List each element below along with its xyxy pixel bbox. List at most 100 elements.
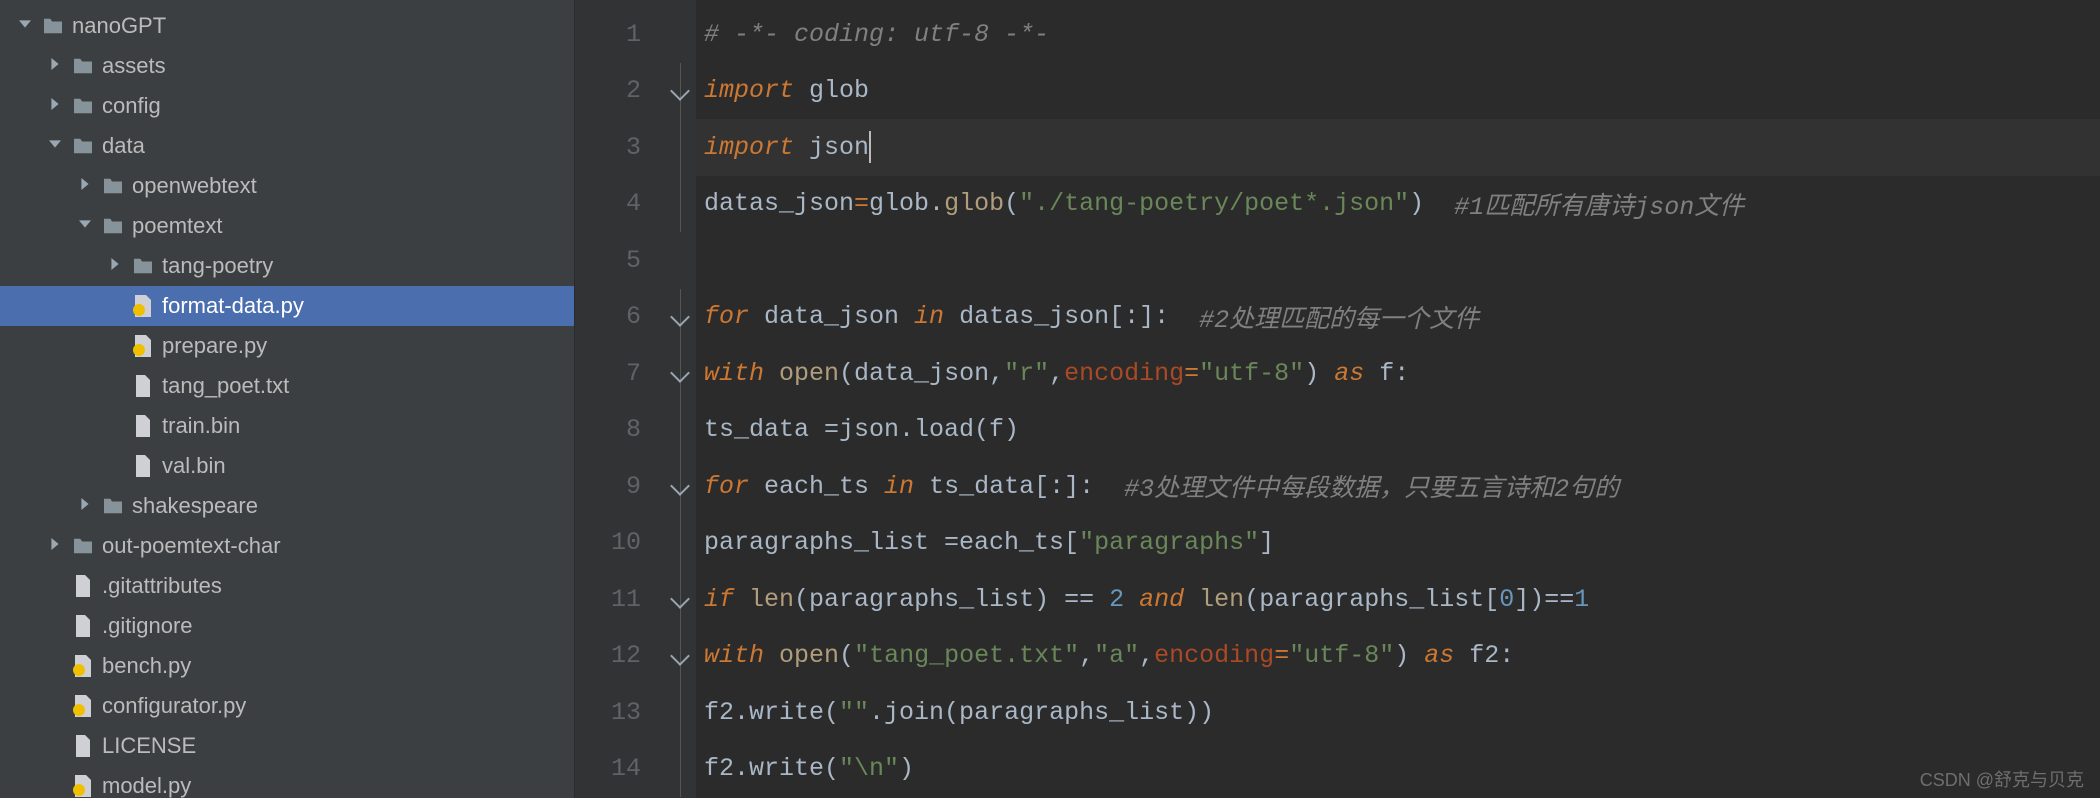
tree-val-bin[interactable]: val.bin	[0, 446, 574, 486]
tree-label: val.bin	[162, 453, 226, 479]
code-line-7[interactable]: with open(data_json,"r",encoding="utf-8"…	[696, 345, 2100, 402]
fold-toggle[interactable]	[663, 628, 696, 685]
folder-icon	[98, 175, 128, 197]
chevron-right-icon[interactable]	[42, 97, 68, 115]
file-icon	[68, 615, 98, 637]
fold-gutter	[663, 402, 696, 459]
tree-license[interactable]: LICENSE	[0, 726, 574, 766]
line-number[interactable]: 12	[575, 628, 663, 685]
tree-prepare[interactable]: prepare.py	[0, 326, 574, 366]
chevron-right-icon[interactable]	[72, 497, 98, 515]
tree-configurator[interactable]: configurator.py	[0, 686, 574, 726]
tree-train-bin[interactable]: train.bin	[0, 406, 574, 446]
code-line-9[interactable]: for each_ts in ts_data[:]: #3处理文件中每段数据，只…	[696, 458, 2100, 515]
fold-strip[interactable]	[663, 0, 696, 798]
chevron-right-icon[interactable]	[42, 57, 68, 75]
tree-model[interactable]: model.py	[0, 766, 574, 798]
tree-shakespeare[interactable]: shakespeare	[0, 486, 574, 526]
tree-label: nanoGPT	[72, 13, 166, 39]
folder-icon	[68, 95, 98, 117]
line-number[interactable]: 5	[575, 232, 663, 289]
tree-label: LICENSE	[102, 733, 196, 759]
tree-label: train.bin	[162, 413, 240, 439]
fold-gutter	[663, 684, 696, 741]
line-number[interactable]: 4	[575, 176, 663, 233]
line-number[interactable]: 9	[575, 458, 663, 515]
tree-label: shakespeare	[132, 493, 258, 519]
file-icon	[68, 575, 98, 597]
tree-out-poemtext-char[interactable]: out-poemtext-char	[0, 526, 574, 566]
line-number[interactable]: 7	[575, 345, 663, 402]
folder-icon	[38, 15, 68, 37]
fold-toggle[interactable]	[663, 345, 696, 402]
tree-poemtext[interactable]: poemtext	[0, 206, 574, 246]
tree-gitattributes[interactable]: .gitattributes	[0, 566, 574, 606]
code-line-3[interactable]: import json	[696, 119, 2100, 176]
line-number[interactable]: 3	[575, 119, 663, 176]
tree-label: assets	[102, 53, 166, 79]
tree-label: .gitattributes	[102, 573, 222, 599]
line-number[interactable]: 11	[575, 571, 663, 628]
chevron-down-icon[interactable]	[72, 217, 98, 235]
tree-label: bench.py	[102, 653, 191, 679]
python-file-icon	[68, 655, 98, 677]
code-area[interactable]: # -*- coding: utf-8 -*- import glob impo…	[696, 0, 2100, 798]
code-line-14[interactable]: f2.write("\n")	[696, 741, 2100, 798]
line-number[interactable]: 14	[575, 741, 663, 798]
chevron-down-icon[interactable]	[12, 17, 38, 35]
watermark: CSDN @舒克与贝克	[1920, 766, 2084, 792]
fold-toggle[interactable]	[663, 63, 696, 120]
tree-assets[interactable]: assets	[0, 46, 574, 86]
fold-toggle[interactable]	[663, 571, 696, 628]
fold-toggle[interactable]	[663, 458, 696, 515]
code-line-12[interactable]: with open("tang_poet.txt","a",encoding="…	[696, 628, 2100, 685]
tree-tang-poetry[interactable]: tang-poetry	[0, 246, 574, 286]
folder-icon	[68, 135, 98, 157]
tree-bench[interactable]: bench.py	[0, 646, 574, 686]
line-number-gutter[interactable]: 1234567891011121314	[575, 0, 663, 798]
code-line-4[interactable]: datas_json=glob.glob("./tang-poetry/poet…	[696, 176, 2100, 233]
python-file-icon	[68, 695, 98, 717]
tree-label: tang_poet.txt	[162, 373, 289, 399]
tree-config[interactable]: config	[0, 86, 574, 126]
tree-label: .gitignore	[102, 613, 193, 639]
tree-format-data[interactable]: format-data.py	[0, 286, 574, 326]
tree-label: config	[102, 93, 161, 119]
text-cursor	[869, 131, 871, 163]
line-number[interactable]: 10	[575, 515, 663, 572]
tree-gitignore[interactable]: .gitignore	[0, 606, 574, 646]
tree-nanogpt[interactable]: nanoGPT	[0, 6, 574, 46]
line-number[interactable]: 6	[575, 289, 663, 346]
fold-gutter	[663, 119, 696, 176]
text-file-icon	[128, 375, 158, 397]
chevron-right-icon[interactable]	[102, 257, 128, 275]
tree-tang-poet[interactable]: tang_poet.txt	[0, 366, 574, 406]
tree-label: tang-poetry	[162, 253, 273, 279]
fold-gutter	[663, 515, 696, 572]
line-number[interactable]: 13	[575, 684, 663, 741]
code-line-13[interactable]: f2.write("".join(paragraphs_list))	[696, 684, 2100, 741]
chevron-right-icon[interactable]	[72, 177, 98, 195]
chevron-right-icon[interactable]	[42, 537, 68, 555]
chevron-down-icon[interactable]	[42, 137, 68, 155]
binary-file-icon	[128, 455, 158, 477]
tree-label: data	[102, 133, 145, 159]
tree-label: prepare.py	[162, 333, 267, 359]
code-line-5[interactable]	[696, 232, 2100, 289]
code-line-8[interactable]: ts_data =json.load(f)	[696, 402, 2100, 459]
line-number[interactable]: 2	[575, 63, 663, 120]
code-editor[interactable]: 1234567891011121314 # -*- coding: utf-8 …	[575, 0, 2100, 798]
line-number[interactable]: 1	[575, 6, 663, 63]
line-number[interactable]: 8	[575, 402, 663, 459]
fold-toggle[interactable]	[663, 289, 696, 346]
tree-openwebtext[interactable]: openwebtext	[0, 166, 574, 206]
code-line-11[interactable]: if len(paragraphs_list) == 2 and len(par…	[696, 571, 2100, 628]
code-line-10[interactable]: paragraphs_list =each_ts["paragraphs"]	[696, 515, 2100, 572]
tree-data[interactable]: data	[0, 126, 574, 166]
code-line-2[interactable]: import glob	[696, 63, 2100, 120]
code-line-6[interactable]: for data_json in datas_json[:]: #2处理匹配的每…	[696, 289, 2100, 346]
tree-label: poemtext	[132, 213, 223, 239]
folder-icon	[98, 495, 128, 517]
project-tree-sidebar[interactable]: nanoGPT assets config data openwebtext poemte…	[0, 0, 575, 798]
code-line-1[interactable]: # -*- coding: utf-8 -*-	[696, 6, 2100, 63]
